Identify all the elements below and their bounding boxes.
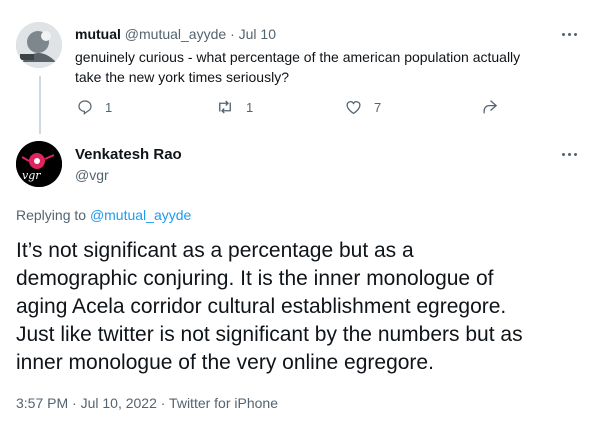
thread-line [39,76,41,134]
parent-retweet-action[interactable]: 1 [216,99,253,115]
parent-avatar[interactable] [16,22,62,68]
parent-text: genuinely curious - what percentage of t… [75,47,520,87]
parent-text-line: genuinely curious - what percentage of t… [75,49,521,65]
main-more-icon[interactable] [559,151,579,157]
parent-text-line: take the new york times seriously? [75,69,289,85]
parent-header: mutual @mutual_ayyde · Jul 10 [75,26,276,42]
replying-to: Replying to @mutual_ayyde [16,207,191,223]
reply-icon [78,100,92,115]
parent-share-action[interactable] [482,99,499,115]
main-text-line: demographic conjuring. It is the inner m… [16,267,494,290]
reply-count: 1 [105,99,113,115]
main-avatar-text: vgr [22,169,41,182]
main-text-line: Just like twitter is not significant by … [16,323,523,346]
parent-reply-action[interactable]: 1 [77,99,112,115]
heart-icon [346,101,361,115]
main-display-name[interactable]: Venkatesh Rao [75,146,182,163]
main-avatar[interactable]: vgr [16,141,62,187]
parent-date[interactable]: Jul 10 [239,26,276,42]
share-icon [483,100,498,114]
like-count: 7 [374,99,382,115]
main-tweet-text: It’s not significant as a percentage but… [16,237,596,377]
main-text-line: aging Acela corridor cultural establishm… [16,295,507,318]
retweet-count: 1 [246,99,254,115]
retweet-icon [219,100,231,114]
parent-tweet[interactable]: mutual @mutual_ayyde · Jul 10 genuinely … [0,0,603,135]
main-text-line: It’s not significant as a percentage but… [16,239,414,262]
parent-display-name[interactable]: mutual [75,26,121,42]
parent-separator: · [230,26,235,42]
main-tweet[interactable]: vgr Venkatesh Rao @vgr Replying to @mutu… [0,135,603,429]
main-handle[interactable]: @vgr [75,167,109,183]
main-text-line: inner monologue of the very online egreg… [16,351,434,374]
parent-more-icon[interactable] [559,31,579,37]
replying-prefix: Replying to [16,207,87,223]
parent-like-action[interactable]: 7 [345,99,381,115]
replying-to-link[interactable]: @mutual_ayyde [90,207,191,223]
parent-handle[interactable]: @mutual_ayyde [125,26,226,42]
timestamp[interactable]: 3:57 PM · Jul 10, 2022 · Twitter for iPh… [16,395,278,411]
